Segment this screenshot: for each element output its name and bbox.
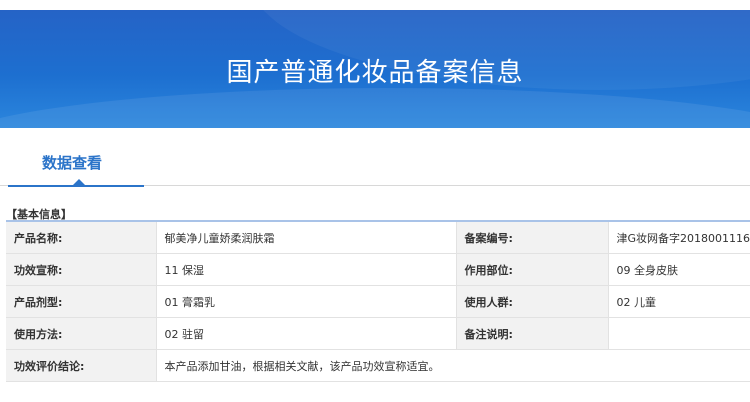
table-row: 产品名称: 郁美净儿童娇柔润肤霜 备案编号: 津G妆网备字2018001116	[6, 221, 750, 254]
target-users-label: 使用人群:	[455, 285, 608, 318]
usage-method-value: 02 驻留	[155, 317, 456, 350]
page-title: 国产普通化妆品备案信息	[226, 58, 524, 88]
usage-method-label: 使用方法:	[6, 317, 156, 350]
target-users-value: 02 儿童	[607, 285, 750, 318]
record-number-label: 备案编号:	[455, 221, 608, 254]
record-number-value: 津G妆网备字2018001116	[607, 221, 750, 254]
tab-bar: 数据查看	[0, 128, 750, 187]
tab-data-view[interactable]: 数据查看	[8, 128, 144, 187]
header-banner: 国产普通化妆品备案信息	[0, 10, 750, 128]
product-name-label: 产品名称:	[6, 221, 156, 254]
banner-decoration	[0, 88, 750, 128]
table-row: 使用方法: 02 驻留 备注说明:	[6, 317, 750, 350]
product-name-value: 郁美净儿童娇柔润肤霜	[155, 221, 456, 254]
remarks-value	[607, 317, 750, 350]
table-row: 功效宣称: 11 保湿 作用部位: 09 全身皮肤	[6, 253, 750, 286]
evaluation-conclusion-value: 本产品添加甘油，根据相关文献，该产品功效宣称适宜。	[155, 349, 750, 382]
tab-label: 数据查看	[42, 154, 103, 172]
efficacy-claim-value: 11 保湿	[155, 253, 456, 286]
table-row: 产品剂型: 01 膏霜乳 使用人群: 02 儿童	[6, 285, 750, 318]
efficacy-claim-label: 功效宣称:	[6, 253, 156, 286]
top-strip	[0, 0, 750, 10]
evaluation-conclusion-label: 功效评价结论:	[6, 349, 156, 382]
dosage-form-label: 产品剂型:	[6, 285, 156, 318]
basic-info-table: 产品名称: 郁美净儿童娇柔润肤霜 备案编号: 津G妆网备字2018001116 …	[6, 220, 750, 382]
application-area-label: 作用部位:	[455, 253, 608, 286]
tab-pointer-icon	[73, 179, 85, 185]
remarks-label: 备注说明:	[455, 317, 608, 350]
table-row: 功效评价结论: 本产品添加甘油，根据相关文献，该产品功效宣称适宜。	[6, 349, 750, 382]
application-area-value: 09 全身皮肤	[607, 253, 750, 286]
dosage-form-value: 01 膏霜乳	[155, 285, 456, 318]
